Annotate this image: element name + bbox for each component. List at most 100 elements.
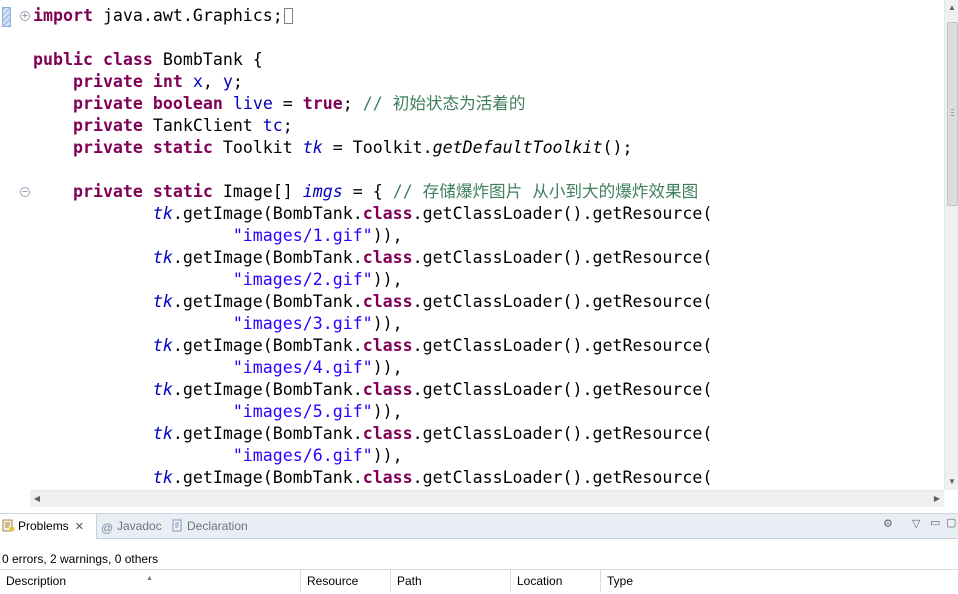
tab-problems[interactable]: Problems ✕ bbox=[0, 514, 97, 539]
horizontal-scrollbar[interactable]: ◀ ▶ bbox=[30, 490, 944, 507]
code-token: imgs bbox=[302, 182, 343, 201]
code-token: public bbox=[33, 50, 93, 69]
filter-icon[interactable]: ⚙ bbox=[883, 517, 893, 530]
tab-declaration[interactable]: Declaration bbox=[171, 514, 261, 538]
overview-ruler bbox=[0, 0, 14, 490]
code-line[interactable]: import java.awt.Graphics; bbox=[33, 5, 943, 27]
code-token: tc bbox=[262, 116, 283, 135]
code-line[interactable]: private boolean live = true; // 初始状态为活着的 bbox=[33, 93, 943, 115]
code-token: tk bbox=[152, 424, 173, 443]
code-line[interactable]: "images/4.gif")), bbox=[33, 357, 943, 379]
code-token: "images/5.gif" bbox=[232, 402, 373, 421]
fold-expand-icon[interactable]: + bbox=[20, 11, 30, 21]
code-token: class bbox=[362, 248, 413, 267]
column-path[interactable]: Path bbox=[391, 570, 511, 592]
problems-view: Problems ✕ @ Javadoc Declaration ⚙ ▽ ▭ ▢ 0… bbox=[0, 513, 958, 594]
code-line[interactable]: "images/6.gif")), bbox=[33, 445, 943, 467]
code-text[interactable]: import java.awt.Graphics; public class Bo… bbox=[33, 5, 943, 490]
declaration-icon bbox=[172, 519, 182, 532]
code-token: "images/2.gif" bbox=[232, 270, 373, 289]
code-token: class bbox=[362, 204, 413, 223]
code-token: )), bbox=[372, 226, 403, 245]
code-line[interactable]: tk.getImage(BombTank.class.getClassLoade… bbox=[33, 335, 943, 357]
code-token: .getClassLoader().getResource( bbox=[412, 292, 713, 311]
view-menu-icon[interactable]: ▽ bbox=[912, 517, 920, 530]
column-resource[interactable]: Resource bbox=[301, 570, 391, 592]
scroll-down-arrow-icon[interactable]: ▼ bbox=[945, 474, 958, 490]
code-token: .getImage(BombTank. bbox=[172, 204, 363, 223]
folding-gutter: + − bbox=[14, 0, 32, 490]
code-token: Image[] bbox=[212, 182, 303, 201]
code-line[interactable]: private TankClient tc; bbox=[33, 115, 943, 137]
code-token: ; bbox=[342, 94, 363, 113]
code-token: Toolkit bbox=[212, 138, 303, 157]
code-token: class bbox=[362, 292, 413, 311]
code-line[interactable]: tk.getImage(BombTank.class.getClassLoade… bbox=[33, 291, 943, 313]
code-token: .getClassLoader().getResource( bbox=[412, 336, 713, 355]
problems-table-header: Description ▲ Resource Path Location Typ… bbox=[0, 569, 958, 592]
code-line[interactable]: private int x, y; bbox=[33, 71, 943, 93]
minimize-icon[interactable]: ▭ bbox=[930, 516, 940, 529]
tab-label: Problems bbox=[18, 519, 69, 533]
code-editor[interactable]: + − import java.awt.Graphics; public clas… bbox=[0, 0, 958, 510]
code-token: , bbox=[202, 72, 223, 91]
code-token: getDefaultToolkit bbox=[432, 138, 603, 157]
code-token: .getImage(BombTank. bbox=[172, 424, 363, 443]
code-line[interactable]: tk.getImage(BombTank.class.getClassLoade… bbox=[33, 379, 943, 401]
code-token: x bbox=[192, 72, 203, 91]
code-token: private bbox=[72, 72, 143, 91]
code-line[interactable]: public class BombTank { bbox=[33, 49, 943, 71]
code-line[interactable]: tk.getImage(BombTank.class.getClassLoade… bbox=[33, 467, 943, 489]
fold-collapse-icon[interactable]: − bbox=[20, 187, 30, 197]
tab-label: Javadoc bbox=[117, 519, 162, 533]
code-token: .getImage(BombTank. bbox=[172, 336, 363, 355]
maximize-icon[interactable]: ▢ bbox=[946, 516, 956, 529]
column-type[interactable]: Type bbox=[601, 570, 958, 592]
code-token: = { bbox=[342, 182, 393, 201]
code-line[interactable]: tk.getImage(BombTank.class.getClassLoade… bbox=[33, 203, 943, 225]
code-line[interactable] bbox=[33, 159, 943, 181]
code-token: .getImage(BombTank. bbox=[172, 292, 363, 311]
code-token: TankClient bbox=[142, 116, 263, 135]
code-line[interactable]: private static Image[] imgs = { // 存储爆炸图… bbox=[33, 181, 943, 203]
code-line[interactable]: "images/1.gif")), bbox=[33, 225, 943, 247]
at-sign-icon: @ bbox=[101, 521, 114, 535]
text-caret bbox=[283, 8, 293, 24]
code-token: y bbox=[222, 72, 233, 91]
code-token: static bbox=[152, 182, 213, 201]
code-token: = Toolkit. bbox=[322, 138, 433, 157]
code-token: BombTank { bbox=[152, 50, 263, 69]
tab-javadoc[interactable]: @ Javadoc bbox=[101, 514, 167, 538]
code-line[interactable]: tk.getImage(BombTank.class.getClassLoade… bbox=[33, 247, 943, 269]
code-token: class bbox=[362, 336, 413, 355]
code-token: .getImage(BombTank. bbox=[172, 248, 363, 267]
code-token: private bbox=[72, 182, 143, 201]
code-line[interactable]: tk.getImage(BombTank.class.getClassLoade… bbox=[33, 423, 943, 445]
scroll-right-arrow-icon[interactable]: ▶ bbox=[930, 491, 944, 507]
column-description[interactable]: Description ▲ bbox=[0, 570, 301, 592]
code-token: class bbox=[362, 468, 413, 487]
code-line[interactable]: "images/5.gif")), bbox=[33, 401, 943, 423]
current-line-marker bbox=[2, 7, 11, 27]
vertical-scroll-thumb[interactable] bbox=[947, 22, 958, 206]
code-token: java.awt.Graphics; bbox=[92, 6, 283, 25]
code-line[interactable] bbox=[33, 27, 943, 49]
code-token: ; bbox=[282, 116, 293, 135]
code-line[interactable]: "images/3.gif")), bbox=[33, 313, 943, 335]
column-location[interactable]: Location bbox=[511, 570, 601, 592]
code-line[interactable]: "images/2.gif")), bbox=[33, 269, 943, 291]
scroll-left-arrow-icon[interactable]: ◀ bbox=[30, 491, 44, 507]
scroll-up-arrow-icon[interactable]: ▲ bbox=[945, 0, 958, 16]
close-icon[interactable]: ✕ bbox=[75, 515, 84, 539]
code-line[interactable]: private static Toolkit tk = Toolkit.getD… bbox=[33, 137, 943, 159]
code-token: )), bbox=[372, 314, 403, 333]
vertical-scrollbar[interactable]: ▲ ▼ bbox=[944, 0, 958, 490]
